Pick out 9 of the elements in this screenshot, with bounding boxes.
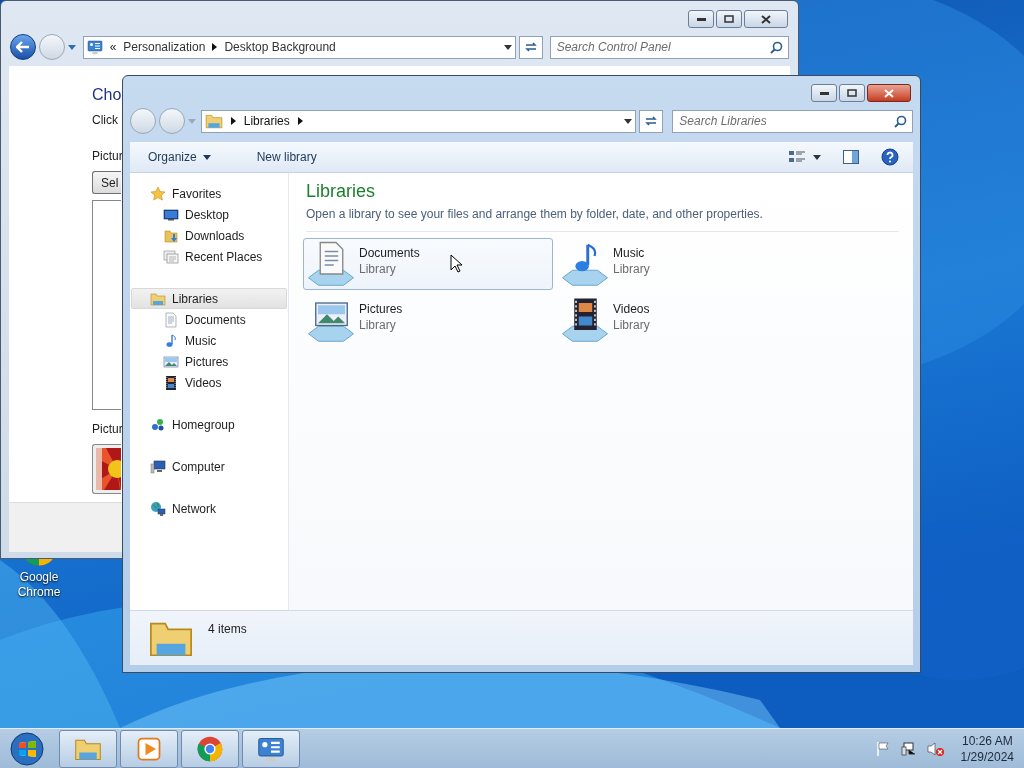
taskbar-button[interactable] — [120, 729, 178, 768]
clock-date[interactable]: 1/29/2024 — [960, 748, 1014, 765]
taskbar-button[interactable] — [181, 729, 239, 768]
taskbar-button[interactable] — [59, 729, 117, 768]
network-icon[interactable] — [900, 740, 917, 757]
flag-icon[interactable] — [874, 740, 891, 757]
clock-time[interactable]: 10:26 AM — [961, 732, 1013, 749]
speaker-muted-icon[interactable] — [926, 740, 945, 757]
taskbar-button[interactable] — [242, 729, 300, 768]
